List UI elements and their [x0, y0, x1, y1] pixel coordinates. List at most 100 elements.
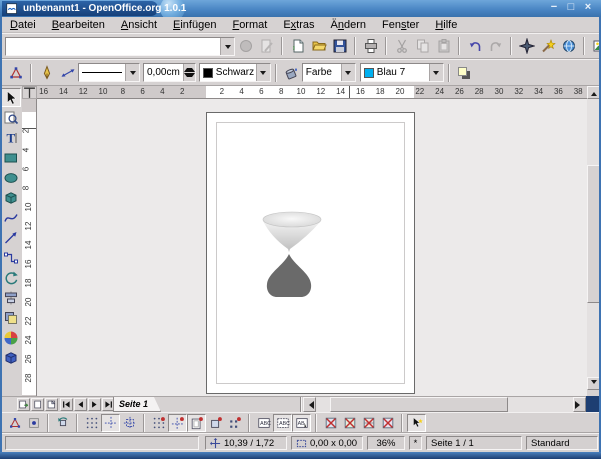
previous-page-button[interactable] [74, 398, 87, 411]
status-position-field[interactable]: 10,39 / 1,72 [205, 436, 287, 450]
fill-type-value[interactable]: Farbe [303, 64, 341, 81]
print-icon[interactable] [360, 36, 381, 56]
fill-color-select[interactable]: Blau 7 [360, 63, 444, 82]
glue-points-icon[interactable] [24, 414, 43, 432]
select-text-area-icon[interactable]: ABC [273, 414, 292, 432]
maximize-button[interactable]: □ [564, 1, 578, 15]
arrow-ends-icon[interactable] [57, 63, 78, 83]
menu-datei[interactable]: Datei [2, 18, 44, 32]
menu-hilfe[interactable]: Hilfe [427, 18, 465, 32]
draft-line-icon[interactable] [378, 414, 397, 432]
horizontal-ruler[interactable]: 1614121086422468101214161820222426283032… [37, 86, 587, 99]
status-size-field[interactable]: 0,00 x 0,00 [291, 436, 363, 450]
copy-icon[interactable] [412, 36, 433, 56]
3d-objects-tool[interactable] [1, 188, 21, 207]
master-mode-button[interactable] [45, 398, 58, 411]
show-grid-icon[interactable] [82, 414, 101, 432]
shadow-icon[interactable] [454, 63, 475, 83]
rectangle-tool[interactable] [1, 148, 21, 167]
lines-arrows-tool[interactable] [1, 228, 21, 247]
horizontal-scrollbar[interactable] [303, 397, 586, 412]
drawing-page[interactable] [206, 112, 415, 394]
snap-to-grid-icon[interactable] [149, 414, 168, 432]
snap-to-object-points-icon[interactable] [225, 414, 244, 432]
ellipse-tool[interactable] [1, 168, 21, 187]
arrange-tool[interactable] [1, 308, 21, 327]
line-style-select[interactable] [78, 63, 140, 82]
line-pen-icon[interactable] [36, 63, 57, 83]
edit-file-icon[interactable] [256, 36, 277, 56]
page-mode-button[interactable] [31, 398, 44, 411]
close-button[interactable]: × [581, 1, 595, 15]
connector-tool[interactable] [1, 248, 21, 267]
quick-edit-icon[interactable]: ABC [254, 414, 273, 432]
minimize-button[interactable]: − [547, 1, 561, 15]
status-zoom-field[interactable]: 36% [367, 436, 405, 450]
alignment-tool[interactable] [1, 288, 21, 307]
spin-up-button[interactable] [184, 64, 195, 73]
menu-fenster[interactable]: Fenster [374, 18, 427, 32]
first-page-button[interactable] [60, 398, 73, 411]
rotation-mode-icon[interactable] [53, 414, 72, 432]
3d-controller-tool[interactable] [1, 348, 21, 367]
layer-mode-button[interactable] [17, 398, 30, 411]
menu-ansicht[interactable]: Ansicht [113, 18, 165, 32]
page-tab-seite1[interactable]: Seite 1 [113, 397, 161, 412]
undo-icon[interactable] [464, 36, 485, 56]
rotate-tool[interactable] [1, 268, 21, 287]
effects-tool[interactable] [1, 328, 21, 347]
navigator-icon[interactable] [516, 36, 537, 56]
line-color-select[interactable]: Schwarz [199, 63, 271, 82]
next-page-button[interactable] [88, 398, 101, 411]
curve-tool[interactable] [1, 208, 21, 227]
url-value[interactable] [6, 38, 220, 55]
menu-bearbeiten[interactable]: Bearbeiten [44, 18, 113, 32]
window-frame-bottom[interactable] [0, 452, 601, 459]
paste-icon[interactable] [433, 36, 454, 56]
snap-to-margins-icon[interactable] [187, 414, 206, 432]
show-guides-icon[interactable] [101, 414, 120, 432]
draft-picture-icon[interactable] [321, 414, 340, 432]
ruler-origin-button[interactable] [22, 86, 37, 99]
new-document-icon[interactable] [287, 36, 308, 56]
status-style-field[interactable]: Standard [526, 436, 598, 450]
menu-ändern[interactable]: Ändern [323, 18, 375, 32]
snap-to-object-border-icon[interactable] [206, 414, 225, 432]
fill-type-select[interactable]: Farbe [302, 63, 356, 82]
tab-scroll-divider[interactable] [300, 397, 302, 412]
menu-extras[interactable]: Extras [275, 18, 322, 32]
guides-when-moving-icon[interactable] [120, 414, 139, 432]
text-tool[interactable]: T [1, 128, 21, 147]
open-icon[interactable] [308, 36, 329, 56]
draft-contour-icon[interactable] [340, 414, 359, 432]
edit-points-icon[interactable] [5, 414, 24, 432]
line-width-stepper[interactable]: 0,00cm [143, 63, 196, 82]
status-page-field[interactable]: Seite 1 / 1 [426, 436, 522, 450]
drawing-funnel-and-drop[interactable] [207, 113, 414, 393]
hyperlink-icon[interactable] [558, 36, 579, 56]
edit-points-icon[interactable] [5, 63, 26, 83]
drop-shape[interactable] [267, 254, 311, 297]
zoom-tool[interactable] [1, 108, 21, 127]
save-icon[interactable] [329, 36, 350, 56]
url-combobox[interactable] [5, 37, 235, 56]
horizontal-scroll-thumb[interactable] [330, 397, 508, 412]
draft-hatch-icon[interactable] [359, 414, 378, 432]
vertical-ruler[interactable]: 246810121416182022242628 [22, 99, 37, 396]
funnel-rim-shape[interactable] [263, 212, 321, 227]
scroll-left-button[interactable] [303, 397, 316, 412]
redo-icon[interactable] [485, 36, 506, 56]
menu-einfügen[interactable]: Einfügen [165, 18, 224, 32]
double-click-edit-text-icon[interactable]: AB [292, 414, 311, 432]
snap-to-guides-icon[interactable] [168, 414, 187, 432]
menu-format[interactable]: Format [224, 18, 275, 32]
zoom-icon[interactable] [537, 36, 558, 56]
stop-icon[interactable] [235, 36, 256, 56]
fill-style-icon[interactable] [281, 63, 302, 83]
spin-down-button[interactable] [184, 73, 195, 82]
cut-icon[interactable] [391, 36, 412, 56]
line-width-value[interactable]: 0,00cm [144, 64, 183, 81]
drawing-canvas[interactable] [37, 99, 587, 396]
modify-with-attributes-icon[interactable] [407, 414, 426, 432]
scroll-right-button[interactable] [573, 397, 586, 412]
